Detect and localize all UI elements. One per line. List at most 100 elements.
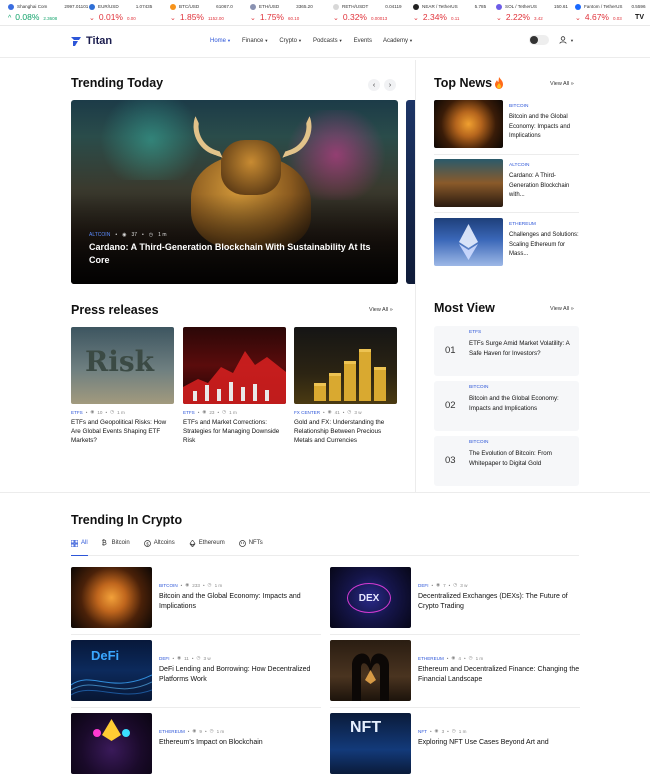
dot-separator: • [204,728,207,734]
article-category[interactable]: ETHEREUM [418,656,444,661]
mv-category[interactable]: ETFS [469,330,481,335]
trending-today-title: Trending Today [71,76,164,90]
ticker-item[interactable]: NEAR / TetherUS 5.785 ⌄ 2.34% 0.11 [413,3,486,22]
hero-article-card[interactable]: ALTCOIN • ◉ 37 • ◷ 1 m Cardano: A Third-… [71,100,398,284]
menu-podcasts[interactable]: Podcasts▼ [313,38,343,44]
mv-category[interactable]: BITCOIN [469,385,488,390]
menu-events[interactable]: Events [354,38,372,44]
crypto-article[interactable]: ETHEREUM • ◉ 9 • ◷ 1 m Ethereum's Impact on Bl… [71,713,321,775]
press-category[interactable]: FX CENTER [294,410,320,415]
moon-icon [530,36,539,44]
press-card[interactable]: ETFS • ◉ 23 • ◷ 1 m ETFs and Market Correction… [183,327,286,445]
top-news-item[interactable]: ALTCOIN Cardano: A Third-Generation Bloc… [434,159,579,207]
fantom-icon [575,3,581,10]
tab-nfts[interactable]: NFTs [238,540,263,556]
chevron-down-icon: ▼ [338,38,343,43]
ticker-item[interactable]: SOL / TetherUS 150.61 ⌄ 2.22% 3.42 [496,3,568,22]
menu-academy[interactable]: Academy▼ [383,38,413,44]
news-category[interactable]: ETHEREUM [509,222,536,227]
press-title[interactable]: ETFs and Market Corrections: Strategies … [183,418,286,445]
press-view-all[interactable]: View All » [369,307,393,313]
tab-ethereum[interactable]: Ethereum [189,540,225,556]
divider [71,634,321,635]
near-icon [413,3,419,10]
ticker-item[interactable]: ETH/USD 3365.20 ⌄ 1.75% 60.10 [250,3,313,22]
press-card[interactable]: FX CENTER • ◉ 41 • ◷ 3 w Gold and FX: Understa… [294,327,397,445]
mv-title[interactable]: The Evolution of Bitcoin: From Whitepape… [469,449,574,469]
article-category[interactable]: BITCOIN [159,583,178,588]
top-news-item[interactable]: BITCOIN Bitcoin and the Global Economy: … [434,100,579,148]
most-view-item[interactable]: 01 ETFS ETFs Surge Amid Market Volatilit… [434,326,579,376]
most-view-view-all[interactable]: View All » [550,306,574,312]
arrow-down-icon: ⌄ [250,15,256,22]
article-meta: DEFI • ◉ 11 • ◷ 3 w [159,655,211,661]
ticker-name: NEAR / TetherUS [422,4,458,9]
crypto-article[interactable]: DEX DEFI • ◉ 7 • ◷ 3 w Decentralized Exchanges… [330,567,580,629]
ticker-item[interactable]: BTC/USD 61067.0 ⌄ 1.85% 1152.00 [170,3,233,22]
most-view-item[interactable]: 02 BITCOIN Bitcoin and the Global Econom… [434,381,579,431]
ticker-name: Fantom / TetherUS [584,4,623,9]
ethereum-icon [459,224,478,260]
carousel-prev-button[interactable]: ‹ [368,79,380,91]
article-title[interactable]: Exploring NFT Use Cases Beyond Art and [418,738,583,748]
article-title[interactable]: Ethereum's Impact on Blockchain [159,738,324,748]
chevron-double-right-icon: » [570,306,574,312]
hero-title[interactable]: Cardano: A Third-Generation Blockchain W… [89,241,389,267]
article-category[interactable]: DEFI [418,583,428,588]
theme-toggle[interactable] [529,35,550,45]
menu-crypto[interactable]: Crypto▼ [279,38,302,44]
menu-finance[interactable]: Finance▼ [242,38,268,44]
news-title[interactable]: Challenges and Solutions: Scaling Ethere… [509,231,581,260]
tab-bitcoin[interactable]: ₿ Bitcoin [102,540,130,556]
crypto-article[interactable]: BITCOIN • ◉ 233 • ◷ 1 m Bitcoin and the Global… [71,567,321,629]
carousel-next-button[interactable]: › [384,79,396,91]
press-category[interactable]: ETFS [183,410,195,415]
press-title[interactable]: Gold and FX: Understanding the Relations… [294,418,397,445]
crypto-article[interactable]: DeFi DEFI • ◉ 11 • ◷ 3 w DeFi Lending and Borr… [71,640,321,702]
press-meta: FX CENTER • ◉ 41 • ◷ 3 w [294,409,397,415]
menu-home[interactable]: Home▼ [210,38,231,44]
press-category[interactable]: ETFS [71,410,83,415]
mv-category[interactable]: BITCOIN [469,440,488,445]
brand-logo[interactable]: Titan [70,35,112,47]
tab-all[interactable]: All [71,540,88,556]
ticker-item[interactable]: Shanghai Com 2997.01101 ^ 0.08% 2.3608 [8,3,88,22]
ticker-item[interactable]: EUR/USD 1.07435 ⌄ 0.01% 0.00 [89,3,152,22]
hero-category[interactable]: ALTCOIN [89,232,110,238]
dot-separator: • [180,582,183,588]
menu-label: Events [353,38,372,44]
article-title[interactable]: Ethereum and Decentralized Finance: Chan… [418,665,583,685]
top-news-view-all[interactable]: View All » [550,81,574,87]
article-title[interactable]: Decentralized Exchanges (DEXs): The Futu… [418,592,583,612]
ticker-sub: 2.3608 [43,16,58,21]
news-title[interactable]: Cardano: A Third-Generation Blockchain w… [509,172,581,201]
article-title[interactable]: Bitcoin and the Global Economy: Impacts … [159,592,324,612]
ticker-item[interactable]: RETH/USDT 0.04119 ⌄ 0.32% 0.00013 [333,3,402,22]
tab-label: All [81,540,88,546]
mv-title[interactable]: ETFs Surge Amid Market Volatility: A Saf… [469,339,574,359]
hero-next-slide-peek[interactable] [406,100,415,284]
press-title[interactable]: ETFs and Geopolitical Risks: How Are Glo… [71,418,174,445]
arrow-down-icon: ⌄ [575,15,581,22]
article-title[interactable]: DeFi Lending and Borrowing: How Decentra… [159,665,324,685]
mv-title[interactable]: Bitcoin and the Global Economy: Impacts … [469,394,574,414]
tab-altcoins[interactable]: $ Altcoins [143,540,175,556]
most-view-title: Most View [434,301,495,315]
ticker-price: 5.785 [474,4,487,9]
news-category[interactable]: BITCOIN [509,104,528,109]
tradingview-logo[interactable]: TV [635,14,644,21]
press-card[interactable]: Risk ETFS • ◉ 10 • ◷ 1 m ETFs and Geopolitical… [71,327,174,445]
crypto-article[interactable]: ETHEREUM • ◉ 4 • ◷ 1 m Ethereum and Decentrali… [330,640,580,702]
news-title[interactable]: Bitcoin and the Global Economy: Impacts … [509,113,581,142]
top-news-item[interactable]: ETHEREUM Challenges and Solutions: Scali… [434,218,579,266]
news-category[interactable]: ALTCOIN [509,163,529,168]
arrow-down-icon: ⌄ [89,15,95,22]
bitcoin-thumbnail [71,567,152,628]
most-view-item[interactable]: 03 BITCOIN The Evolution of Bitcoin: Fro… [434,436,579,486]
risk-thumbnail: Risk [71,327,174,404]
article-category[interactable]: DEFI [159,656,169,661]
article-category[interactable]: ETHEREUM [159,729,185,734]
crypto-article[interactable]: NFT NFT • ◉ 3 • ◷ 1 m Exploring NFT Use Cases … [330,713,580,775]
user-menu-button[interactable]: ▼ [559,36,574,44]
article-category[interactable]: NFT [418,729,427,734]
